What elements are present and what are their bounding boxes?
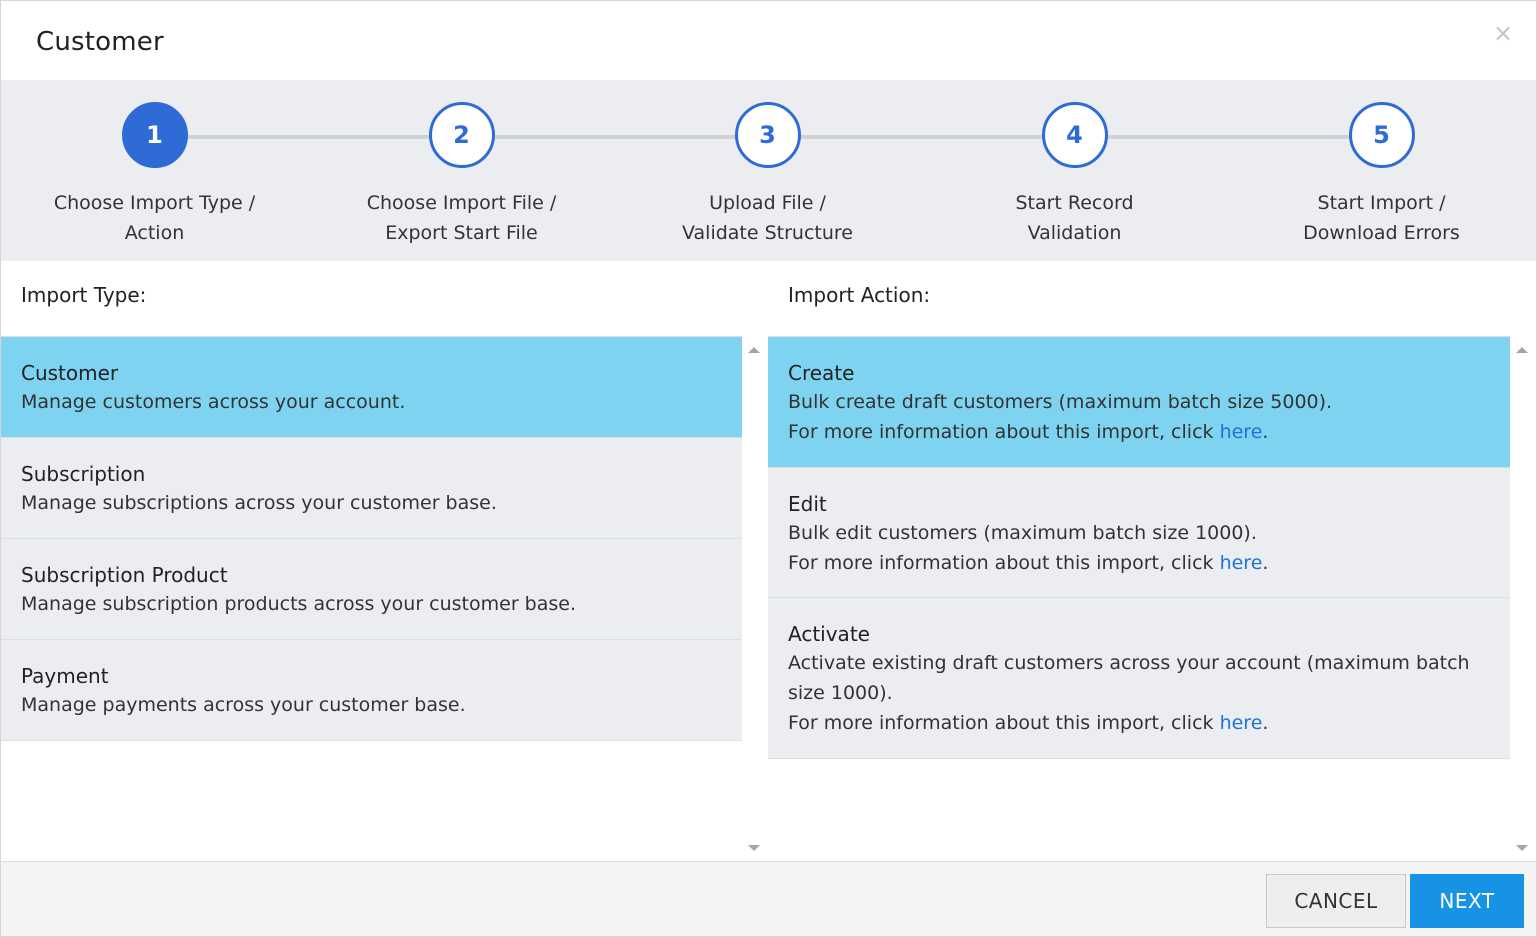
modal-title: Customer <box>36 27 164 57</box>
item-title: Activate <box>788 622 870 646</box>
item-description: Manage subscriptions across your custome… <box>21 492 497 514</box>
import-action-item-activate[interactable]: Activate Activate existing draft custome… <box>768 598 1510 759</box>
more-info-prefix: For more information about this import, … <box>788 712 1220 734</box>
next-button[interactable]: NEXT <box>1410 874 1524 928</box>
item-title: Create <box>788 361 855 385</box>
step-4[interactable]: 4 Start Record Validation <box>921 102 1228 248</box>
item-description: Activate existing draft customers across… <box>788 652 1470 704</box>
import-type-list: Customer Manage customers across your ac… <box>1 336 742 861</box>
step-3-number: 3 <box>734 102 801 168</box>
import-action-heading: Import Action: <box>788 283 931 307</box>
step-1-label: Choose Import Type / Action <box>53 192 256 244</box>
close-icon[interactable]: × <box>1491 19 1515 47</box>
more-info-text: For more information about this import, … <box>788 708 1490 738</box>
item-title: Subscription Product <box>21 563 228 587</box>
step-2[interactable]: 2 Choose Import File / Export Start File <box>308 102 615 248</box>
item-description: Bulk create draft customers (maximum bat… <box>788 391 1333 413</box>
more-info-link[interactable]: here <box>1220 712 1263 734</box>
step-1[interactable]: 1 Choose Import Type / Action <box>1 102 308 248</box>
step-5-number: 5 <box>1348 102 1415 168</box>
more-info-prefix: For more information about this import, … <box>788 421 1220 443</box>
item-title: Edit <box>788 492 827 516</box>
import-type-scrollbar[interactable] <box>742 337 766 861</box>
step-4-number: 4 <box>1041 102 1108 168</box>
arrow-up-icon[interactable] <box>748 347 760 353</box>
item-description: Manage customers across your account. <box>21 391 406 413</box>
arrow-up-icon[interactable] <box>1516 347 1528 353</box>
import-type-heading: Import Type: <box>21 283 147 307</box>
import-type-item-payment[interactable]: Payment Manage payments across your cust… <box>1 640 742 741</box>
step-5[interactable]: 5 Start Import / Download Errors <box>1228 102 1535 248</box>
item-description: Manage payments across your customer bas… <box>21 694 466 716</box>
more-info-link[interactable]: here <box>1220 552 1263 574</box>
import-type-item-customer[interactable]: Customer Manage customers across your ac… <box>1 337 742 438</box>
step-2-number: 2 <box>428 102 495 168</box>
more-info-suffix: . <box>1262 552 1269 574</box>
import-action-item-edit[interactable]: Edit Bulk edit customers (maximum batch … <box>768 468 1510 598</box>
item-title: Payment <box>21 664 109 688</box>
import-action-scrollbar[interactable] <box>1510 337 1534 861</box>
more-info-suffix: . <box>1262 421 1269 443</box>
step-5-label: Start Import / Download Errors <box>1303 192 1460 244</box>
more-info-prefix: For more information about this import, … <box>788 552 1220 574</box>
import-stepper: 1 Choose Import Type / Action 2 Choose I… <box>1 80 1536 261</box>
step-3[interactable]: 3 Upload File / Validate Structure <box>614 102 921 248</box>
modal-header: Customer × <box>1 1 1536 81</box>
import-type-item-subscription[interactable]: Subscription Manage subscriptions across… <box>1 438 742 539</box>
import-action-item-create[interactable]: Create Bulk create draft customers (maxi… <box>768 337 1510 468</box>
item-title: Subscription <box>21 462 146 486</box>
step-3-label: Upload File / Validate Structure <box>682 192 853 244</box>
item-title: Customer <box>21 361 119 385</box>
step-1-number: 1 <box>121 102 188 168</box>
step-2-label: Choose Import File / Export Start File <box>366 192 557 244</box>
item-description: Manage subscription products across your… <box>21 593 577 615</box>
arrow-down-icon[interactable] <box>748 845 760 851</box>
item-description: Bulk edit customers (maximum batch size … <box>788 522 1257 544</box>
more-info-text: For more information about this import, … <box>788 417 1490 447</box>
cancel-button[interactable]: CANCEL <box>1266 874 1406 928</box>
step-4-label: Start Record Validation <box>1015 192 1134 244</box>
import-modal: Customer × 1 Choose Import Type / Action… <box>0 0 1537 937</box>
more-info-text: For more information about this import, … <box>788 548 1490 578</box>
import-type-item-subscription-product[interactable]: Subscription Product Manage subscription… <box>1 539 742 640</box>
modal-footer: CANCEL NEXT <box>1 861 1536 936</box>
arrow-down-icon[interactable] <box>1516 845 1528 851</box>
more-info-link[interactable]: here <box>1220 421 1263 443</box>
import-action-list: Create Bulk create draft customers (maxi… <box>768 336 1510 861</box>
more-info-suffix: . <box>1262 712 1269 734</box>
